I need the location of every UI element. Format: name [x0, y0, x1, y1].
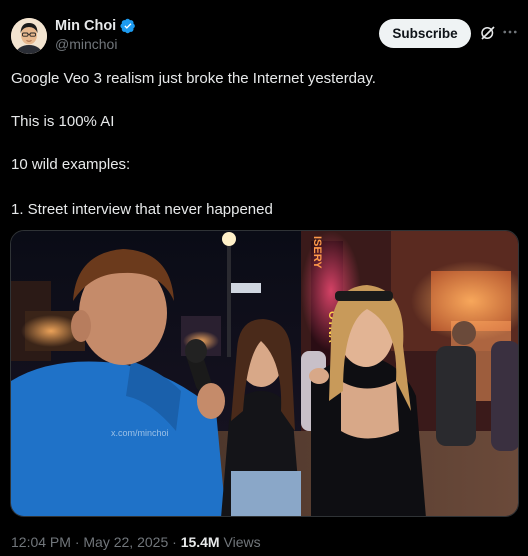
tweet-line: 1. Street interview that never happened	[11, 201, 273, 218]
display-name[interactable]: Min Choi	[55, 18, 116, 34]
tweet-meta: 12:04 PM · May 22, 2025 · 15.4M Views	[11, 534, 261, 550]
grok-icon[interactable]	[479, 24, 497, 42]
tweet-header: Min Choi @minchoi Subscribe	[11, 16, 517, 60]
handle[interactable]: @minchoi	[55, 36, 136, 52]
timestamp-date[interactable]: May 22, 2025	[83, 534, 168, 550]
timestamp-time[interactable]: 12:04 PM	[11, 534, 71, 550]
neon-sign-2: ISERY	[311, 236, 323, 269]
views-count: 15.4M	[180, 534, 220, 550]
author-info: Min Choi @minchoi	[55, 18, 136, 52]
separator: ·	[74, 534, 80, 550]
video-frame: OYNA ISERY	[11, 231, 518, 516]
subscribe-button[interactable]: Subscribe	[379, 19, 471, 48]
tweet-line: 10 wild examples:	[11, 156, 131, 173]
tweet-line: Google Veo 3 realism just broke the Inte…	[11, 70, 376, 87]
more-icon[interactable]	[501, 23, 519, 41]
avatar-portrait-icon	[11, 18, 47, 54]
views-label: Views	[223, 534, 261, 550]
tweet-line: This is 100% AI	[11, 113, 115, 130]
watermark: x.com/minchoi	[111, 428, 169, 438]
video-media[interactable]: OYNA ISERY	[10, 230, 519, 517]
avatar[interactable]	[11, 18, 47, 54]
verified-badge-icon	[120, 18, 136, 34]
separator: ·	[172, 534, 177, 550]
